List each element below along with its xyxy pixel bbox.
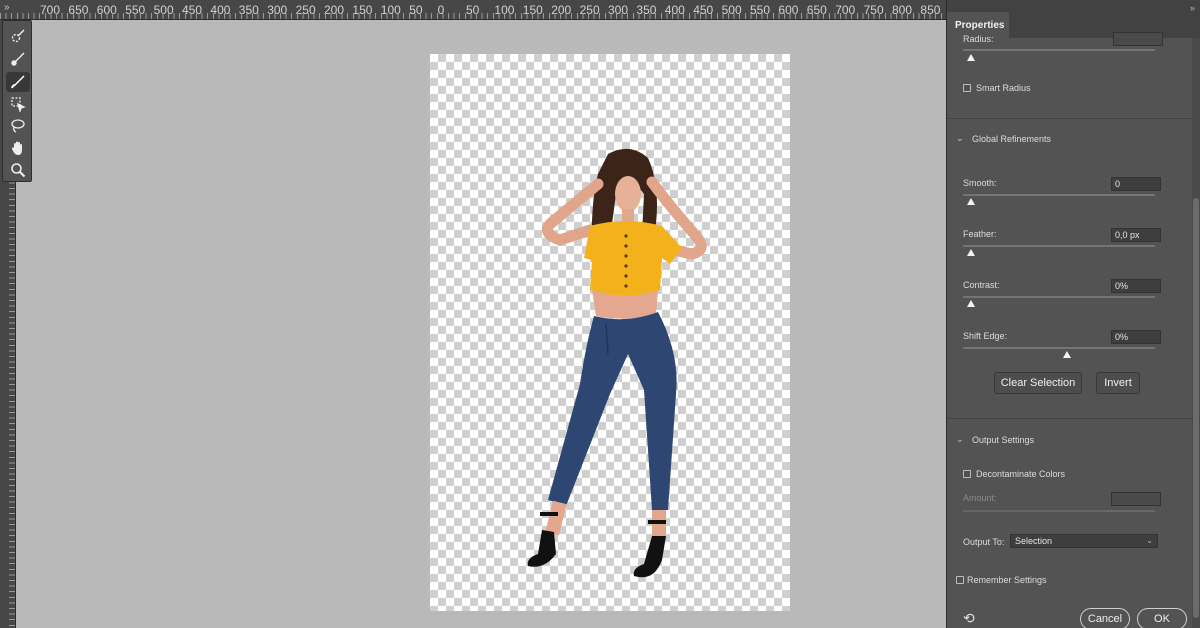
output-to-label: Output To: — [963, 537, 1005, 547]
radius-slider-track[interactable] — [963, 49, 1155, 51]
brush-icon[interactable] — [6, 72, 30, 92]
ruler-ticks — [0, 13, 946, 19]
horizontal-ruler[interactable]: » 700 650 600 550 500 450 400 350 300 250 200 150 10… — [0, 0, 946, 20]
decontaminate-colors-label: Decontaminate Colors — [976, 469, 1066, 479]
feather-slider-thumb[interactable] — [967, 249, 975, 256]
clear-selection-button[interactable]: Clear Selection — [994, 372, 1082, 394]
output-to-select[interactable]: Selection ⌄ — [1010, 534, 1158, 548]
smart-radius-label: Smart Radius — [976, 83, 1031, 93]
feather-slider-track[interactable] — [963, 245, 1155, 247]
smooth-label: Smooth: — [963, 178, 997, 188]
amount-label: Amount: — [963, 493, 997, 503]
feather-label: Feather: — [963, 229, 997, 239]
shift-edge-label: Shift Edge: — [963, 331, 1008, 341]
document-canvas[interactable] — [430, 54, 790, 611]
output-settings-header[interactable]: Output Settings — [972, 435, 1034, 445]
chevron-down-icon: ⌄ — [1146, 536, 1153, 545]
amount-field — [1111, 492, 1161, 506]
hand-icon[interactable] — [6, 138, 30, 158]
smart-radius-checkbox[interactable] — [963, 84, 971, 92]
smooth-slider-track[interactable] — [963, 194, 1155, 196]
section-divider — [947, 118, 1193, 119]
remember-settings-checkbox[interactable] — [956, 576, 964, 584]
collapse-panel-icon[interactable]: » — [1190, 3, 1195, 13]
invert-button[interactable]: Invert — [1096, 372, 1140, 394]
ok-button[interactable]: OK — [1137, 608, 1187, 628]
reset-icon[interactable]: ⟲ — [963, 610, 975, 627]
contrast-field[interactable]: 0% — [1111, 279, 1161, 293]
tools-panel — [2, 20, 32, 182]
quick-selection-icon[interactable] — [6, 27, 30, 47]
output-to-value: Selection — [1015, 536, 1053, 546]
ruler-expand-icon[interactable]: » — [4, 2, 10, 13]
object-selection-icon[interactable] — [6, 94, 30, 114]
radius-slider-thumb[interactable] — [967, 54, 975, 61]
lasso-icon[interactable] — [6, 116, 30, 136]
global-refinements-header[interactable]: Global Refinements — [972, 134, 1051, 144]
section-divider — [947, 418, 1193, 419]
chevron-down-icon[interactable]: ⌄ — [956, 434, 964, 445]
properties-panel: » Properties Radius: Smart Radius ⌄ Glob… — [946, 0, 1200, 628]
refine-edge-brush-icon[interactable] — [6, 49, 30, 69]
amount-slider-track — [963, 510, 1155, 512]
radius-label: Radius: — [963, 34, 994, 44]
scrollbar-thumb[interactable] — [1193, 198, 1199, 618]
decontaminate-colors-checkbox[interactable] — [963, 470, 971, 478]
radius-field[interactable] — [1113, 32, 1163, 46]
remember-settings-label: Remember Settings — [967, 575, 1047, 585]
cancel-button[interactable]: Cancel — [1080, 608, 1130, 628]
shift-edge-slider-thumb[interactable] — [1063, 351, 1071, 358]
shift-edge-field[interactable]: 0% — [1111, 330, 1161, 344]
zoom-icon[interactable] — [6, 160, 30, 180]
smooth-field[interactable]: 0 — [1111, 177, 1161, 191]
contrast-slider-track[interactable] — [963, 296, 1155, 298]
panel-scrollbar[interactable] — [1192, 38, 1200, 628]
feather-field[interactable]: 0,0 px — [1111, 228, 1161, 242]
contrast-slider-thumb[interactable] — [967, 300, 975, 307]
smooth-slider-thumb[interactable] — [967, 198, 975, 205]
chevron-down-icon[interactable]: ⌄ — [956, 133, 964, 144]
shift-edge-slider-track[interactable] — [963, 347, 1155, 349]
contrast-label: Contrast: — [963, 280, 1000, 290]
subject-cutout — [527, 148, 707, 578]
